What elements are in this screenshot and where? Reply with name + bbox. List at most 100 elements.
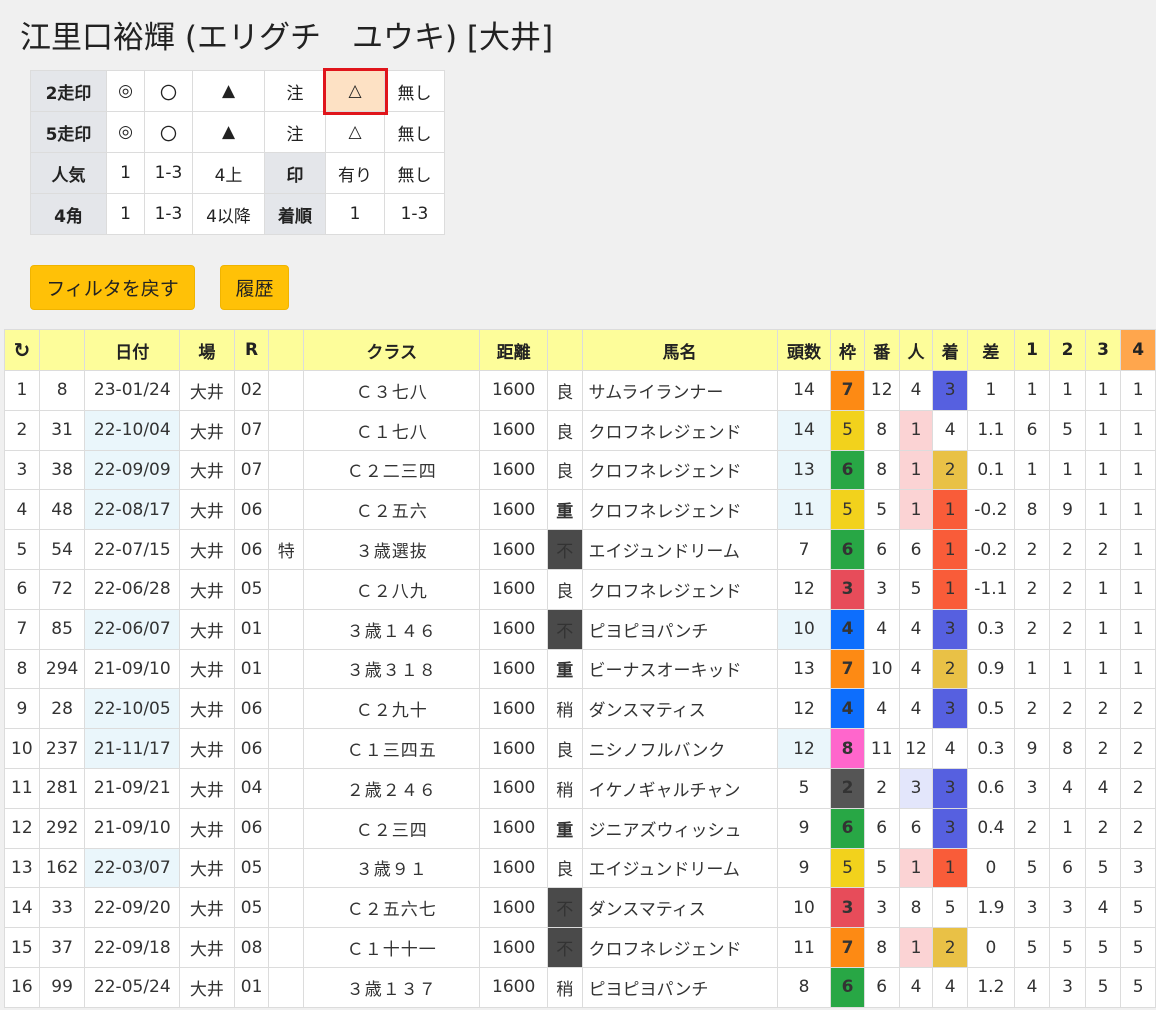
filter-option[interactable]: 1-3 [144, 152, 193, 194]
filter-option[interactable]: 〇 [144, 70, 193, 112]
column-header[interactable]: 日付 [84, 329, 181, 371]
filter-option-selected[interactable]: △ [322, 67, 388, 115]
table-cell: 3 [4, 449, 40, 491]
table-cell: 281 [38, 767, 86, 809]
table-cell: 22-10/05 [84, 688, 181, 730]
table-row[interactable]: 1 8 23-01/24 大井 02 Ｃ３七八 1600 良サムライランナー 14 7 12 4 3 1 1… [4, 370, 1156, 411]
filter-option[interactable]: 無し [384, 70, 445, 112]
table-row[interactable]: 7 85 22-06/07 大井 01 ３歳１４６ 1600 不ピヨピヨパンチ 10 4 4 4 3 0.… [4, 608, 1156, 650]
table-cell: 不 [546, 927, 583, 968]
column-header[interactable] [38, 329, 86, 371]
filter-option[interactable]: 1 [106, 152, 145, 194]
filter-option[interactable]: ▲ [192, 70, 265, 112]
filter-option[interactable]: △ [325, 111, 385, 153]
table-row[interactable]: 5 54 22-07/15 大井 06 特 ３歳選抜 1600 不エイジュンドリーム 7 6 6 6 1-… [4, 529, 1156, 570]
table-cell: 0.6 [967, 767, 1015, 809]
column-header[interactable]: 3 [1084, 329, 1122, 371]
reset-filter-button[interactable]: フィルタを戻す [30, 265, 195, 310]
filter-option[interactable]: 1 [325, 193, 385, 235]
column-header[interactable]: 人 [898, 329, 934, 371]
table-cell: 2 [1084, 728, 1122, 769]
table-row[interactable]: 3 38 22-09/09 大井 07 Ｃ２二三四 1600 良クロフネレジェンド 13 6 8 1 2… [4, 449, 1156, 491]
column-header[interactable]: 頭数 [776, 329, 832, 371]
table-cell[interactable]: エイジュンドリーム [581, 847, 778, 889]
table-cell: Ｃ３七八 [303, 370, 481, 411]
filter-option[interactable]: 有り [325, 152, 385, 194]
filter-option[interactable]: 注 [264, 70, 326, 112]
filter-option[interactable]: 注 [264, 111, 326, 153]
filter-option[interactable]: 1-3 [144, 193, 193, 235]
filter-option[interactable]: 〇 [144, 111, 193, 153]
table-cell[interactable]: サムライランナー [581, 370, 778, 411]
table-cell[interactable]: イケノギャルチャン [581, 767, 778, 809]
column-header[interactable]: 距離 [479, 329, 548, 371]
table-cell [268, 728, 305, 769]
column-header[interactable]: 場 [179, 329, 235, 371]
history-button[interactable]: 履歴 [220, 265, 289, 310]
table-row[interactable]: 4 48 22-08/17 大井 06 Ｃ２五六 1600 重クロフネレジェンド 11 5 5 1 1-… [4, 489, 1156, 531]
column-header[interactable] [268, 329, 305, 371]
filter-option[interactable]: 無し [384, 152, 445, 194]
table-cell [268, 608, 305, 650]
table-cell[interactable]: ダンスマティス [581, 887, 778, 929]
table-cell[interactable]: ニシノフルバンク [581, 728, 778, 769]
filter-option[interactable]: ◎ [106, 70, 145, 112]
refresh-icon[interactable]: ↻ [4, 329, 40, 371]
column-header[interactable]: 馬名 [581, 329, 778, 371]
table-cell[interactable]: クロフネレジェンド [581, 927, 778, 968]
table-cell[interactable]: ジニアズウィッシュ [581, 807, 778, 849]
table-cell: 1 [1120, 489, 1156, 531]
table-cell: 1600 [479, 767, 548, 809]
table-row[interactable]: 8 294 21-09/10 大井 01 ３歳３１８ 1600 重ビーナスオーキッド 13 7 10… [4, 648, 1156, 690]
column-header[interactable]: R [233, 329, 270, 371]
table-cell: 1 [1120, 648, 1156, 690]
table-cell: 大井 [179, 767, 235, 809]
table-cell[interactable]: クロフネレジェンド [581, 568, 778, 610]
table-row[interactable]: 12 292 21-09/10 大井 06 Ｃ２三四 1600 重ジニアズウィッシュ 9 6 6 6 3… [4, 807, 1156, 849]
table-row[interactable]: 14 33 22-09/20 大井 05 Ｃ２五六七 1600 不ダンスマティス 10 3 3 8 5 1… [4, 887, 1156, 929]
table-row[interactable]: 16 99 22-05/24 大井 01 ３歳１３７ 1600 稍ピヨピヨパンチ 8 6 6 4 4 1.… [4, 966, 1156, 1008]
column-header[interactable]: 1 [1013, 329, 1051, 371]
filter-option[interactable]: 4上 [192, 152, 265, 194]
table-cell: 3 [830, 568, 865, 610]
table-cell[interactable]: ピヨピヨパンチ [581, 608, 778, 650]
table-cell[interactable]: クロフネレジェンド [581, 489, 778, 531]
table-cell: Ｃ２五六 [303, 489, 481, 531]
table-row[interactable]: 10 237 21-11/17 大井 06 Ｃ１三四五 1600 良ニシノフルバンク 12 8 11… [4, 728, 1156, 769]
table-cell: 31 [38, 409, 86, 451]
table-cell[interactable]: クロフネレジェンド [581, 409, 778, 451]
table-cell: Ｃ１三四五 [303, 728, 481, 769]
table-row[interactable]: 9 28 22-10/05 大井 06 Ｃ２九十 1600 稍ダンスマティス 12 4 4 4 3 0.5… [4, 688, 1156, 730]
column-header[interactable] [546, 329, 583, 371]
column-header[interactable]: 4 [1120, 329, 1156, 371]
table-row[interactable]: 15 37 22-09/18 大井 08 Ｃ１十十一 1600 不クロフネレジェンド 11 7 8 1… [4, 927, 1156, 968]
column-header[interactable]: クラス [303, 329, 481, 371]
table-cell[interactable]: クロフネレジェンド [581, 449, 778, 491]
column-header[interactable]: 2 [1049, 329, 1086, 371]
filter-option[interactable]: 無し [384, 111, 445, 153]
filter-option[interactable]: 4以降 [192, 193, 265, 235]
table-row[interactable]: 2 31 22-10/04 大井 07 Ｃ１七八 1600 良クロフネレジェンド 14 5 8 1 4 1… [4, 409, 1156, 451]
column-header[interactable]: 差 [967, 329, 1015, 371]
table-cell: 1 [967, 370, 1015, 411]
filter-option[interactable]: ▲ [192, 111, 265, 153]
column-header[interactable]: 着 [932, 329, 969, 371]
table-cell: 2 [1049, 688, 1086, 730]
table-cell: 4 [1084, 887, 1122, 929]
table-cell[interactable]: ピヨピヨパンチ [581, 966, 778, 1008]
table-row[interactable]: 13 162 22-03/07 大井 05 ３歳９１ 1600 良エイジュンドリーム 9 5 5 1 1… [4, 847, 1156, 889]
table-cell[interactable]: ビーナスオーキッド [581, 648, 778, 690]
filter-option[interactable]: ◎ [106, 111, 145, 153]
table-row[interactable]: 11 281 21-09/21 大井 04 ２歳２４６ 1600 稍イケノギャルチャン 5 2 2 3… [4, 767, 1156, 809]
column-header[interactable]: 枠 [830, 329, 865, 371]
table-cell: 2 [1049, 568, 1086, 610]
table-cell[interactable]: エイジュンドリーム [581, 529, 778, 570]
table-cell: 3 [932, 767, 969, 809]
table-cell: 13 [4, 847, 40, 889]
filter-option[interactable]: 1 [106, 193, 145, 235]
table-row[interactable]: 6 72 22-06/28 大井 05 Ｃ２八九 1600 良クロフネレジェンド 12 3 3 5 1-… [4, 568, 1156, 610]
column-header[interactable]: 番 [863, 329, 900, 371]
filter-option[interactable]: 1-3 [384, 193, 445, 235]
table-cell[interactable]: ダンスマティス [581, 688, 778, 730]
table-cell [268, 927, 305, 968]
